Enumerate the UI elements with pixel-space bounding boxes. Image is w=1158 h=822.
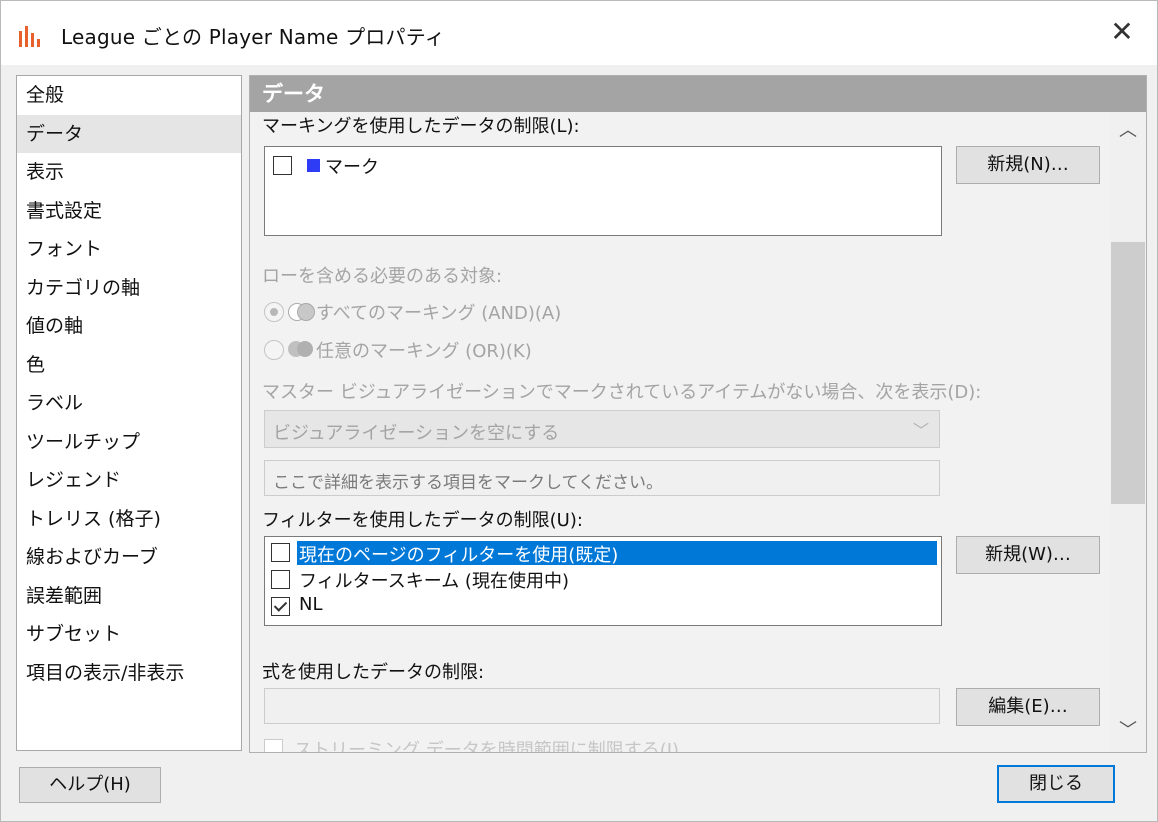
new-filter-button[interactable]: 新規(W)… xyxy=(956,536,1100,574)
nav-item-error-bars[interactable]: 誤差範囲 xyxy=(17,577,241,616)
help-button[interactable]: ヘルプ(H) xyxy=(19,767,161,803)
nav-item-show-hide[interactable]: 項目の表示/非表示 xyxy=(17,654,241,693)
radio-any-marking[interactable] xyxy=(264,340,284,360)
scroll-down-icon[interactable]: ﹀ xyxy=(1110,716,1146,748)
master-viz-label: マスター ビジュアライゼーションでマークされているアイテムがない場合、次を表示(… xyxy=(262,382,982,403)
nav-item-category-axis[interactable]: カテゴリの軸 xyxy=(17,269,241,308)
nav-item-labels[interactable]: ラベル xyxy=(17,384,241,423)
mark-color-swatch xyxy=(307,159,320,172)
filter-checkbox-current-page[interactable] xyxy=(271,543,290,562)
window-title: League ごとの Player Name プロパティ xyxy=(61,25,445,49)
radio-any-marking-label: 任意のマーキング (OR)(K) xyxy=(316,341,532,362)
rows-include-label: ローを含める必要のある対象: xyxy=(262,266,503,287)
marking-list[interactable]: マーク xyxy=(264,146,942,236)
nav-item-general[interactable]: 全般 xyxy=(17,76,241,115)
filter-list[interactable]: 現在のページのフィルターを使用(既定) フィルタースキーム (現在使用中) NL xyxy=(264,536,942,626)
nav-item-formatting[interactable]: 書式設定 xyxy=(17,192,241,231)
filter-item-nl[interactable]: NL xyxy=(299,594,323,615)
streaming-limit-checkbox[interactable] xyxy=(264,739,283,752)
filter-checkbox-scheme[interactable] xyxy=(271,570,290,589)
empty-message-value: ここで詳細を表示する項目をマークしてください。 xyxy=(273,473,663,493)
data-settings-panel: データ マーキングを使用したデータの制限(L): マーク 新規(N)… ローを含… xyxy=(249,75,1147,753)
filter-item-current-page[interactable]: 現在のページのフィルターを使用(既定) xyxy=(299,541,618,567)
close-button[interactable]: 閉じる xyxy=(997,765,1115,803)
bar-chart-icon xyxy=(19,26,40,47)
expression-limit-label: 式を使用したデータの制限: xyxy=(262,662,485,683)
chevron-down-icon: ﹀ xyxy=(912,421,929,440)
marking-checkbox[interactable] xyxy=(273,156,292,175)
scroll-up-icon[interactable]: ︿ xyxy=(1110,116,1146,148)
nav-item-tooltip[interactable]: ツールチップ xyxy=(17,423,241,462)
nav-item-legend[interactable]: レジェンド xyxy=(17,461,241,500)
filter-limit-label: フィルターを使用したデータの制限(U): xyxy=(262,510,583,531)
empty-behavior-value: ビジュアライゼーションを空にする xyxy=(273,423,560,444)
nav-item-lines-curves[interactable]: 線およびカーブ xyxy=(17,538,241,577)
radio-all-markings-label: すべてのマーキング (AND)(A) xyxy=(316,303,562,324)
nav-item-appearance[interactable]: 表示 xyxy=(17,153,241,192)
radio-all-markings[interactable] xyxy=(264,302,284,322)
expression-input[interactable] xyxy=(264,688,940,724)
category-list[interactable]: 全般 データ 表示 書式設定 フォント カテゴリの軸 値の軸 色 ラベル ツール… xyxy=(16,75,242,751)
panel-header: データ xyxy=(250,76,1146,112)
edit-expression-button[interactable]: 編集(E)… xyxy=(956,688,1100,726)
properties-dialog: League ごとの Player Name プロパティ ✕ 全般 データ 表示… xyxy=(0,0,1158,822)
title-bar[interactable]: League ごとの Player Name プロパティ ✕ xyxy=(1,1,1157,65)
marking-limit-label: マーキングを使用したデータの制限(L): xyxy=(262,116,580,137)
panel-scrollbar[interactable]: ︿ ﹀ xyxy=(1110,112,1146,752)
nav-item-value-axis[interactable]: 値の軸 xyxy=(17,307,241,346)
new-marking-button[interactable]: 新規(N)… xyxy=(956,146,1100,184)
nav-item-data[interactable]: データ xyxy=(17,114,241,153)
streaming-limit-label: ストリーミング データを時間範囲に制限する(I) xyxy=(294,740,680,753)
dialog-body: 全般 データ 表示 書式設定 フォント カテゴリの軸 値の軸 色 ラベル ツール… xyxy=(1,65,1157,821)
marking-item-label: マーク xyxy=(325,157,379,178)
empty-behavior-select[interactable]: ビジュアライゼーションを空にする ﹀ xyxy=(264,410,940,448)
nav-item-subsets[interactable]: サブセット xyxy=(17,615,241,654)
nav-item-fonts[interactable]: フォント xyxy=(17,230,241,269)
empty-message-input[interactable]: ここで詳細を表示する項目をマークしてください。 xyxy=(264,460,940,496)
scroll-thumb[interactable] xyxy=(1111,242,1145,504)
filter-checkbox-nl[interactable] xyxy=(271,597,290,616)
nav-item-colors[interactable]: 色 xyxy=(17,346,241,385)
nav-item-trellis[interactable]: トレリス (格子) xyxy=(17,500,241,539)
and-venn-icon xyxy=(288,301,316,323)
or-venn-icon xyxy=(288,339,316,361)
filter-item-scheme[interactable]: フィルタースキーム (現在使用中) xyxy=(299,567,569,593)
close-icon[interactable]: ✕ xyxy=(1105,15,1139,49)
